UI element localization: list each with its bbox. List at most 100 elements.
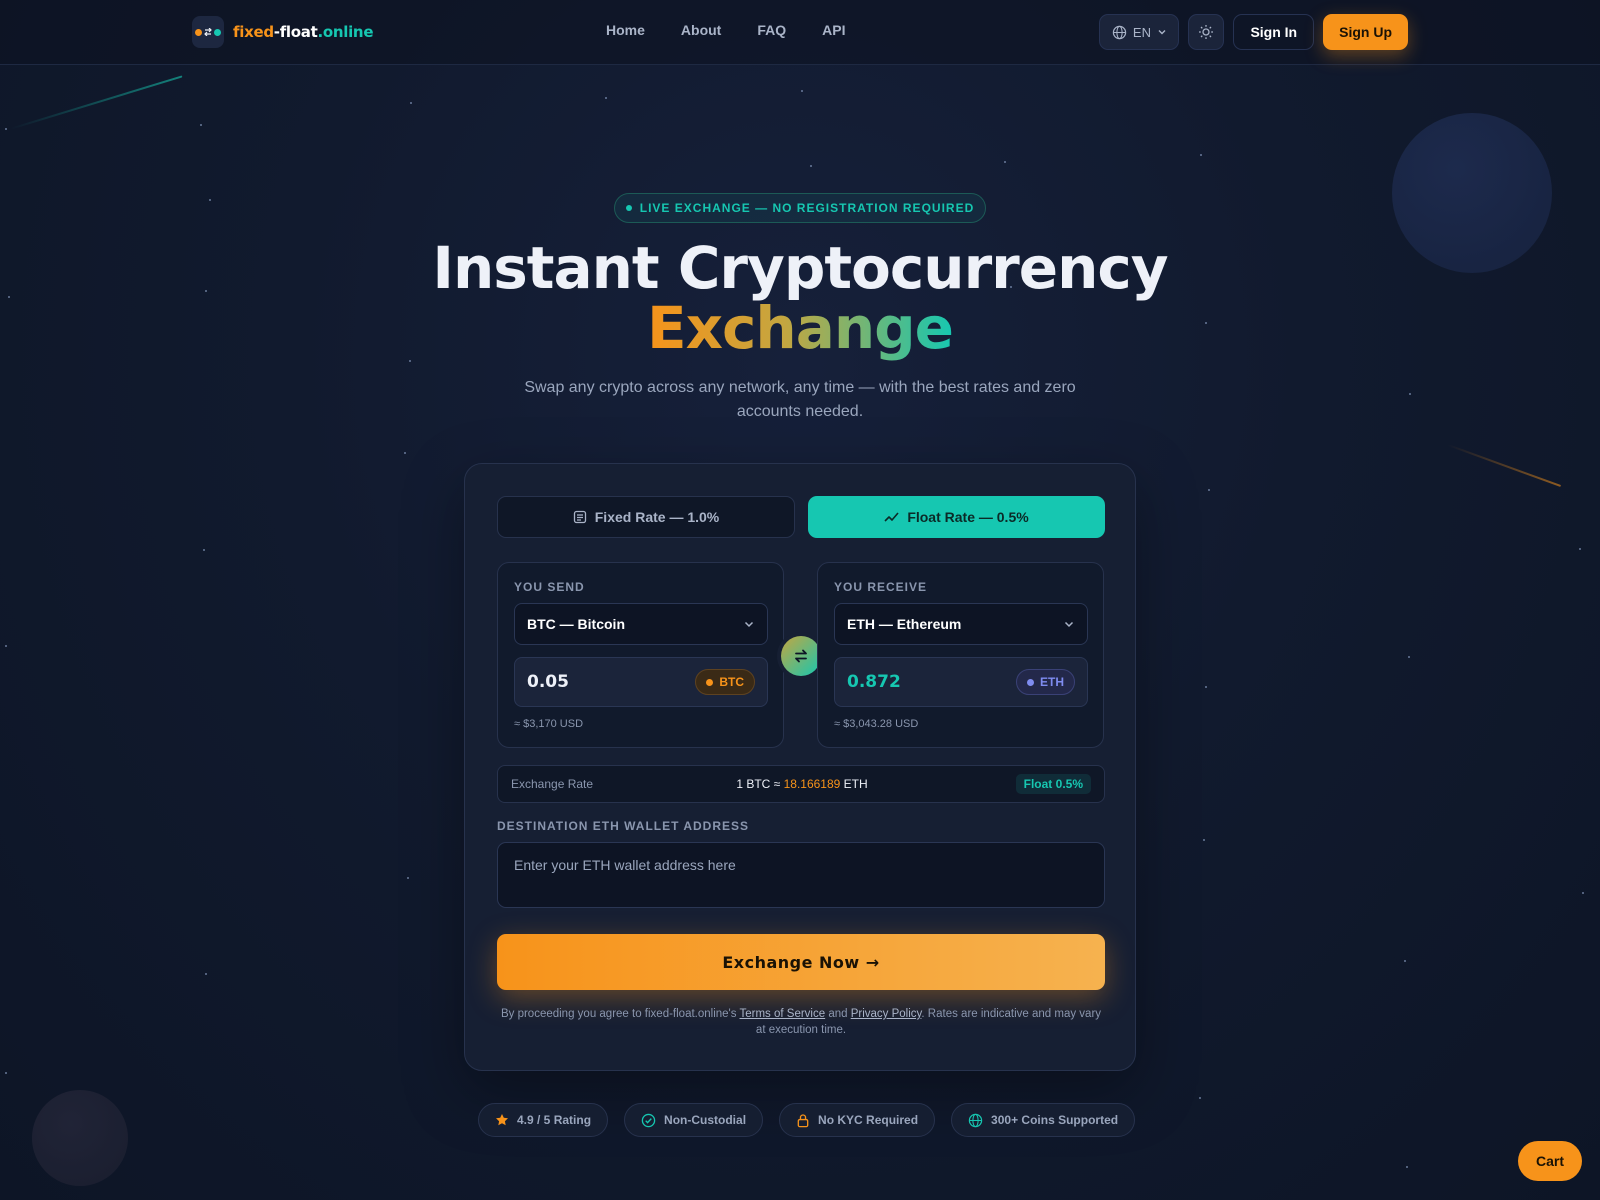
star-icon: [496, 1114, 508, 1126]
rate-value: 1 BTC ≈ 18.166189 ETH: [736, 777, 868, 791]
tab-fixed-rate[interactable]: Fixed Rate — 1.0%: [497, 496, 795, 538]
shooting-star-teal: [9, 75, 183, 130]
destination-label: DESTINATION ETH WALLET ADDRESS: [497, 819, 749, 833]
receive-coin-name: ETH — Ethereum: [847, 616, 962, 632]
privacy-link[interactable]: Privacy Policy: [851, 1008, 922, 1020]
globe-icon: [1112, 25, 1127, 39]
receive-label: YOU RECEIVE: [834, 580, 928, 594]
legal-notice: By proceeding you agree to fixed-float.o…: [500, 1008, 1102, 1036]
nav-api[interactable]: API: [822, 22, 845, 38]
swap-arrows-icon: [795, 649, 807, 663]
shooting-star-orange: [1447, 444, 1562, 487]
hero-subtitle: Swap any crypto across any network, any …: [524, 379, 1076, 420]
main-nav: Home About FAQ API: [606, 22, 881, 38]
sign-in-button[interactable]: Sign In: [1233, 14, 1315, 50]
globe-icon: [968, 1113, 983, 1127]
receive-ticker-badge: ETH: [1016, 669, 1075, 695]
star-dot: [801, 90, 803, 92]
send-amount-input[interactable]: 0.05 BTC: [514, 657, 768, 707]
planet-dark: [32, 1090, 128, 1186]
receive-coin-select[interactable]: ETH — Ethereum: [834, 603, 1088, 645]
receive-panel: YOU RECEIVE ETH — Ethereum 0.872 ETH ≈ $…: [817, 562, 1104, 748]
check-circle-icon: [641, 1113, 656, 1127]
star-dot: [1200, 154, 1202, 156]
star-dot: [1579, 548, 1581, 550]
trust-coins-supported: 300+ Coins Supported: [951, 1103, 1136, 1137]
star-dot: [1205, 686, 1207, 688]
trend-up-icon: [884, 512, 899, 522]
send-usd-value: ≈ $3,170 USD: [514, 718, 584, 730]
star-dot: [1582, 892, 1584, 894]
hero-title: Instant Cryptocurrency Exchange: [0, 238, 1600, 358]
receive-amount-display: 0.872 ETH: [834, 657, 1088, 707]
receive-usd-value: ≈ $3,043.28 USD: [834, 718, 919, 730]
star-dot: [410, 102, 412, 104]
nav-home[interactable]: Home: [606, 22, 645, 38]
trust-rating: 4.9 / 5 Rating: [478, 1103, 609, 1137]
live-exchange-badge: LIVE EXCHANGE — NO REGISTRATION REQUIRED: [614, 193, 986, 223]
header-actions: EN Sign In Sign Up: [1099, 14, 1408, 50]
nav-faq[interactable]: FAQ: [757, 22, 786, 38]
wallet-address-input[interactable]: [497, 842, 1105, 908]
hero-title-line2: Exchange: [647, 294, 954, 362]
exchange-now-button[interactable]: Exchange Now →: [497, 934, 1105, 990]
rate-type-tag: Float 0.5%: [1015, 774, 1091, 794]
language-label: EN: [1132, 24, 1151, 40]
star-dot: [1203, 839, 1205, 841]
star-dot: [407, 877, 409, 879]
sun-icon: [1199, 25, 1214, 39]
brand-name: fixed-float.online: [233, 23, 374, 41]
star-dot: [1004, 161, 1006, 163]
nav-about[interactable]: About: [681, 22, 721, 38]
eth-dot-icon: [1027, 678, 1034, 686]
document-icon: [573, 510, 586, 524]
star-dot: [409, 360, 411, 362]
star-dot: [1406, 1166, 1408, 1168]
trust-non-custodial: Non-Custodial: [624, 1103, 764, 1137]
star-dot: [404, 452, 406, 454]
tab-float-label: Float Rate — 0.5%: [907, 509, 1029, 525]
exchange-rate-row: Exchange Rate 1 BTC ≈ 18.166189 ETH Floa…: [497, 765, 1105, 803]
star-dot: [605, 97, 607, 99]
trust-no-kyc: No KYC Required: [779, 1103, 936, 1137]
btc-dot-icon: [706, 678, 714, 686]
star-dot: [1409, 393, 1411, 395]
exchange-card: Fixed Rate — 1.0% Float Rate — 0.5% YOU …: [464, 463, 1136, 1071]
language-selector[interactable]: EN: [1099, 14, 1180, 50]
theme-toggle-button[interactable]: [1188, 14, 1225, 50]
logo-mark-icon: [192, 16, 224, 48]
tab-fixed-label: Fixed Rate — 1.0%: [594, 509, 720, 525]
star-dot: [209, 199, 211, 201]
star-dot: [810, 165, 812, 167]
star-dot: [5, 128, 7, 130]
star-dot: [1208, 489, 1210, 491]
swap-direction-button[interactable]: [781, 636, 821, 676]
send-ticker-badge: BTC: [695, 669, 755, 695]
star-dot: [200, 124, 202, 126]
live-dot-icon: [625, 205, 632, 211]
hero-title-line1: Instant Cryptocurrency: [432, 234, 1168, 302]
send-amount-value[interactable]: 0.05: [527, 672, 569, 692]
star-dot: [5, 645, 7, 647]
chevron-down-icon: [1158, 30, 1166, 35]
trust-badges: 4.9 / 5 Rating Non-Custodial No KYC Requ…: [478, 1103, 1136, 1137]
lock-icon: [797, 1113, 809, 1127]
brand-logo[interactable]: fixed-float.online: [192, 16, 373, 48]
cart-button[interactable]: Cart: [1518, 1141, 1582, 1181]
sign-up-button[interactable]: Sign Up: [1323, 14, 1408, 50]
star-dot: [1404, 960, 1406, 962]
send-panel: YOU SEND BTC — Bitcoin 0.05 BTC ≈ $3,170…: [497, 562, 784, 748]
star-dot: [1408, 656, 1410, 658]
star-dot: [205, 973, 207, 975]
star-dot: [1199, 1097, 1201, 1099]
send-coin-select[interactable]: BTC — Bitcoin: [514, 603, 768, 645]
chevron-down-icon: [1064, 621, 1074, 628]
badge-label: LIVE EXCHANGE — NO REGISTRATION REQUIRED: [639, 201, 975, 215]
terms-link[interactable]: Terms of Service: [739, 1008, 825, 1020]
top-navbar: fixed-float.online Home About FAQ API EN…: [0, 0, 1600, 65]
chevron-down-icon: [744, 621, 754, 628]
tab-float-rate[interactable]: Float Rate — 0.5%: [808, 496, 1105, 538]
star-dot: [203, 549, 205, 551]
send-label: YOU SEND: [514, 580, 585, 594]
receive-amount-value: 0.872: [847, 672, 901, 692]
